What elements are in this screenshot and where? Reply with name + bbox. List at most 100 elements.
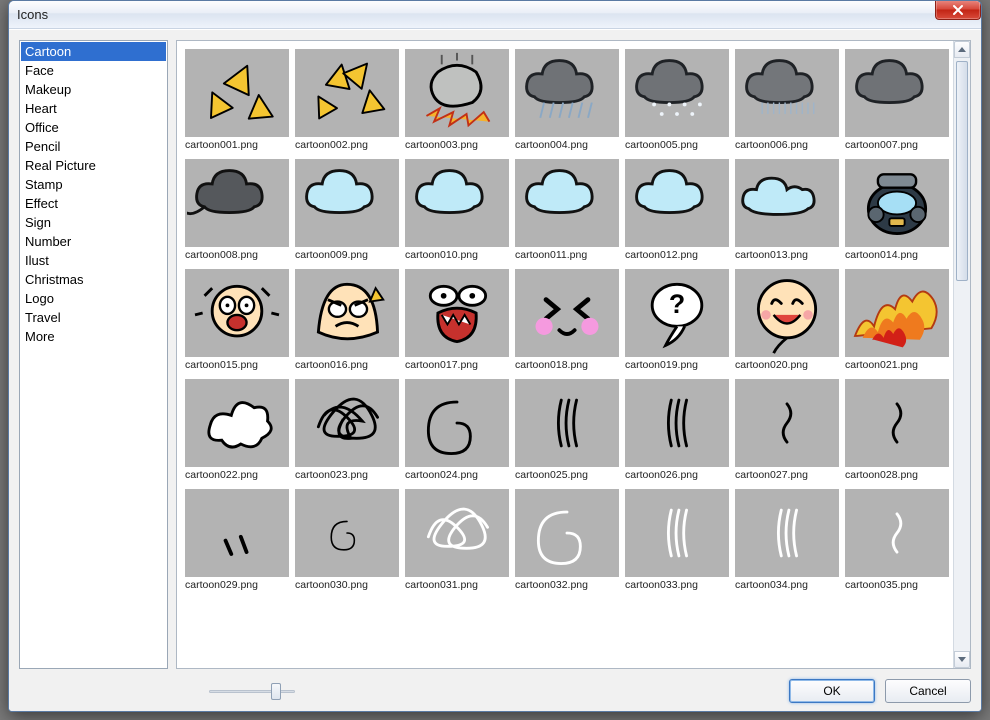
thumbnail-item[interactable]: cartoon035.png: [845, 489, 949, 591]
thumbnail-item[interactable]: cartoon018.png: [515, 269, 619, 371]
category-item[interactable]: Office: [21, 118, 166, 137]
category-item[interactable]: Effect: [21, 194, 166, 213]
thumbnail-swatch: [845, 159, 949, 247]
thumbnail-item[interactable]: cartoon013.png: [735, 159, 839, 261]
thumbnail-swatch: [295, 269, 399, 357]
scroll-up-button[interactable]: [954, 41, 970, 58]
thumbnail-swatch: [295, 49, 399, 137]
category-item[interactable]: Stamp: [21, 175, 166, 194]
vertical-scrollbar[interactable]: [953, 41, 970, 668]
thumbnail-item[interactable]: cartoon008.png: [185, 159, 289, 261]
thumbnail-swatch: [625, 379, 729, 467]
close-button[interactable]: [935, 0, 981, 20]
category-listbox[interactable]: CartoonFaceMakeupHeartOfficePencilReal P…: [19, 40, 168, 669]
thumbnail-swatch: [405, 159, 509, 247]
slider-thumb[interactable]: [271, 683, 281, 700]
thumbnail-item[interactable]: cartoon024.png: [405, 379, 509, 481]
category-item[interactable]: Face: [21, 61, 166, 80]
scroll-down-button[interactable]: [954, 651, 970, 668]
zoom-slider[interactable]: [209, 682, 295, 700]
thumbnail-swatch: [295, 379, 399, 467]
category-item[interactable]: Real Picture: [21, 156, 166, 175]
thumbnail-swatch: [845, 269, 949, 357]
thumbnail-swatch: [735, 269, 839, 357]
thumbnail-caption: cartoon018.png: [515, 359, 619, 371]
thumbnail-item[interactable]: cartoon023.png: [295, 379, 399, 481]
thumbnail-item[interactable]: cartoon020.png: [735, 269, 839, 371]
thumbnail-caption: cartoon021.png: [845, 359, 949, 371]
cancel-button[interactable]: Cancel: [885, 679, 971, 703]
thumbnail-item[interactable]: ? cartoon019.png: [625, 269, 729, 371]
thumbnail-caption: cartoon011.png: [515, 249, 619, 261]
dialog-footer: OK Cancel: [19, 677, 971, 703]
category-item[interactable]: Pencil: [21, 137, 166, 156]
thumbnail-swatch: [185, 269, 289, 357]
thumbnail-item[interactable]: cartoon016.png: [295, 269, 399, 371]
thumbnail-swatch: [625, 49, 729, 137]
category-item[interactable]: Ilust: [21, 251, 166, 270]
category-item[interactable]: Logo: [21, 289, 166, 308]
thumbnail-item[interactable]: cartoon026.png: [625, 379, 729, 481]
thumbnail-item[interactable]: cartoon005.png: [625, 49, 729, 151]
scroll-thumb[interactable]: [956, 61, 968, 281]
thumbnail-item[interactable]: cartoon030.png: [295, 489, 399, 591]
thumbnail-item[interactable]: cartoon009.png: [295, 159, 399, 261]
thumbnail-caption: cartoon016.png: [295, 359, 399, 371]
chevron-down-icon: [958, 657, 966, 662]
category-item[interactable]: Travel: [21, 308, 166, 327]
thumbnail-caption: cartoon009.png: [295, 249, 399, 261]
thumbnail-item[interactable]: cartoon022.png: [185, 379, 289, 481]
thumbnail-item[interactable]: cartoon012.png: [625, 159, 729, 261]
thumbnail-item[interactable]: cartoon027.png: [735, 379, 839, 481]
thumbnail-item[interactable]: cartoon028.png: [845, 379, 949, 481]
slider-track: [209, 690, 295, 693]
category-item[interactable]: Heart: [21, 99, 166, 118]
thumbnail-item[interactable]: cartoon025.png: [515, 379, 619, 481]
category-item[interactable]: Cartoon: [21, 42, 166, 61]
svg-text:?: ?: [669, 289, 685, 319]
thumbnail-item[interactable]: cartoon006.png: [735, 49, 839, 151]
thumbnail-caption: cartoon008.png: [185, 249, 289, 261]
thumbnail-item[interactable]: cartoon031.png: [405, 489, 509, 591]
thumbnail-swatch: [515, 379, 619, 467]
thumbnail-item[interactable]: cartoon034.png: [735, 489, 839, 591]
thumbnail-item[interactable]: cartoon029.png: [185, 489, 289, 591]
thumbnail-item[interactable]: cartoon032.png: [515, 489, 619, 591]
thumbnail-swatch: [845, 49, 949, 137]
category-item[interactable]: Number: [21, 232, 166, 251]
thumbnail-swatch: ?: [625, 269, 729, 357]
thumbnail-caption: cartoon019.png: [625, 359, 729, 371]
thumbnail-item[interactable]: cartoon015.png: [185, 269, 289, 371]
close-icon: [952, 4, 964, 16]
thumbnail-swatch: [735, 489, 839, 577]
thumbnail-item[interactable]: cartoon002.png: [295, 49, 399, 151]
category-item[interactable]: Makeup: [21, 80, 166, 99]
thumbnail-swatch: [735, 49, 839, 137]
category-item[interactable]: Sign: [21, 213, 166, 232]
thumbnail-caption: cartoon028.png: [845, 469, 949, 481]
thumbnail-item[interactable]: cartoon001.png: [185, 49, 289, 151]
thumbnail-caption: cartoon026.png: [625, 469, 729, 481]
thumbnail-swatch: [405, 49, 509, 137]
thumbnail-swatch: [515, 159, 619, 247]
category-item[interactable]: Christmas: [21, 270, 166, 289]
thumbnail-item[interactable]: cartoon007.png: [845, 49, 949, 151]
thumbnail-caption: cartoon007.png: [845, 139, 949, 151]
thumbnail-caption: cartoon024.png: [405, 469, 509, 481]
thumbnail-item[interactable]: cartoon017.png: [405, 269, 509, 371]
thumbnail-caption: cartoon001.png: [185, 139, 289, 151]
thumbnail-item[interactable]: cartoon010.png: [405, 159, 509, 261]
thumbnail-swatch: [845, 489, 949, 577]
thumbnail-caption: cartoon025.png: [515, 469, 619, 481]
thumbnail-item[interactable]: cartoon033.png: [625, 489, 729, 591]
thumbnail-item[interactable]: cartoon021.png: [845, 269, 949, 371]
category-item[interactable]: More: [21, 327, 166, 346]
thumbnail-item[interactable]: cartoon003.png: [405, 49, 509, 151]
thumbnail-item[interactable]: cartoon014.png: [845, 159, 949, 261]
thumbnail-swatch: [295, 159, 399, 247]
ok-button[interactable]: OK: [789, 679, 875, 703]
thumbnail-item[interactable]: cartoon011.png: [515, 159, 619, 261]
thumbnail-item[interactable]: cartoon004.png: [515, 49, 619, 151]
chevron-up-icon: [958, 47, 966, 52]
thumbnail-grid: cartoon001.png cartoon002.png cartoon003.…: [185, 49, 949, 591]
